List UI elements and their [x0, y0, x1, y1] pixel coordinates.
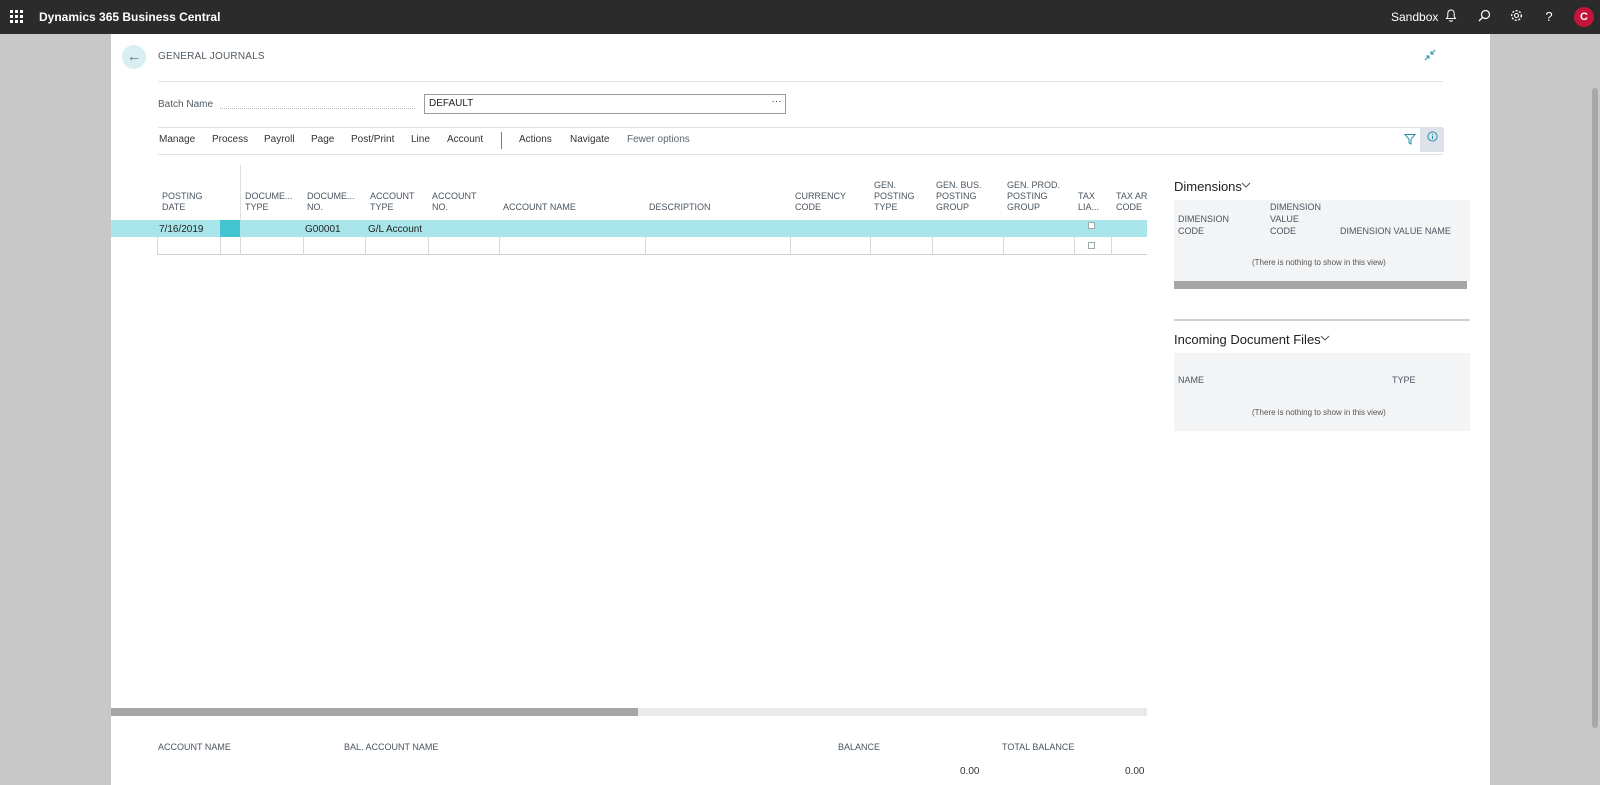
tax-liable-checkbox[interactable]: [1088, 222, 1095, 229]
header-gen-posting-type[interactable]: GEN. POSTING TYPE: [874, 180, 915, 213]
back-button[interactable]: ←: [122, 45, 146, 69]
cell-border: [499, 237, 500, 255]
dotted-leader: [220, 108, 415, 109]
cell-border: [1074, 237, 1075, 255]
header-document-type[interactable]: DOCUME... TYPE: [245, 191, 293, 213]
header-gen-bus-posting-group[interactable]: GEN. BUS. POSTING GROUP: [936, 180, 982, 213]
dimensions-col-value-code[interactable]: DIMENSION VALUE CODE: [1270, 201, 1321, 237]
cell-border: [303, 237, 304, 255]
action-manage[interactable]: Manage: [159, 134, 195, 145]
chevron-down-icon[interactable]: [1241, 181, 1251, 192]
filter-icon[interactable]: [1403, 133, 1417, 148]
fewer-options-button[interactable]: Fewer options: [627, 134, 690, 145]
cell-border: [1111, 237, 1112, 255]
page-scrollbar[interactable]: [1592, 88, 1598, 728]
dimensions-empty-message: (There is nothing to show in this view): [1252, 258, 1386, 267]
divider: [158, 81, 1443, 82]
incoming-col-name[interactable]: NAME: [1178, 374, 1204, 386]
header-account-type[interactable]: ACCOUNT TYPE: [370, 191, 415, 213]
header-currency-code[interactable]: CURRENCY CODE: [795, 191, 846, 213]
action-payroll[interactable]: Payroll: [264, 134, 295, 145]
action-navigate[interactable]: Navigate: [570, 134, 609, 145]
cell-border: [870, 237, 871, 255]
cell-document-no[interactable]: G00001: [305, 224, 341, 235]
cell-border: [790, 237, 791, 255]
action-actions[interactable]: Actions: [519, 134, 552, 145]
cell-border: [220, 237, 221, 255]
dimensions-scrollbar[interactable]: [1174, 281, 1467, 289]
dimensions-title[interactable]: Dimensions: [1174, 179, 1242, 194]
incoming-documents-panel: [1174, 353, 1470, 431]
total-account-name-label: ACCOUNT NAME: [158, 742, 231, 752]
table-row-selected[interactable]: [111, 220, 1147, 237]
top-bar: Dynamics 365 Business Central Sandbox ? …: [0, 0, 1600, 34]
help-icon[interactable]: ?: [1541, 9, 1557, 25]
environment-name: Sandbox: [1391, 10, 1439, 24]
factbox-divider: [1174, 319, 1470, 321]
chevron-down-icon[interactable]: [1320, 334, 1330, 345]
cell-border: [240, 237, 241, 255]
dimensions-col-code[interactable]: DIMENSION CODE: [1178, 213, 1229, 237]
cell-border: [1003, 237, 1004, 255]
header-account-no[interactable]: ACCOUNT NO.: [432, 191, 477, 213]
dimensions-col-value-name[interactable]: DIMENSION VALUE NAME: [1340, 225, 1451, 237]
batch-name-input[interactable]: DEFAULT: [424, 94, 786, 114]
incoming-empty-message: (There is nothing to show in this view): [1252, 408, 1386, 417]
page-title: GENERAL JOURNALS: [158, 51, 265, 62]
balance-value: 0.00: [960, 766, 980, 777]
cell-account-type[interactable]: G/L Account: [368, 224, 422, 235]
info-icon[interactable]: [1420, 128, 1444, 152]
cell-posting-date[interactable]: 7/16/2019: [159, 224, 204, 235]
header-account-name[interactable]: ACCOUNT NAME: [503, 202, 576, 213]
cell-border: [428, 237, 429, 255]
action-separator: [501, 132, 502, 149]
header-tax-liable[interactable]: TAX LIA...: [1078, 191, 1099, 213]
cell-border: [157, 237, 158, 255]
header-tax-area-code[interactable]: TAX AR CODE: [1116, 191, 1147, 213]
avatar[interactable]: C: [1574, 7, 1594, 27]
header-posting-date[interactable]: POSTING DATE: [162, 191, 203, 213]
incoming-documents-title[interactable]: Incoming Document Files: [1174, 332, 1321, 347]
batch-lookup-button[interactable]: ···: [769, 95, 784, 113]
back-arrow-icon: ←: [127, 48, 141, 64]
cell-border: [645, 237, 646, 255]
divider: [158, 127, 1443, 128]
batch-name-label: Batch Name: [158, 99, 214, 110]
bell-icon[interactable]: [1443, 9, 1459, 25]
header-description[interactable]: DESCRIPTION: [649, 202, 711, 213]
divider: [158, 154, 1443, 155]
cell-border: [365, 237, 366, 255]
total-bal-account-name-label: BAL. ACCOUNT NAME: [344, 742, 439, 752]
journal-grid: POSTING DATE DOCUME... TYPE DOCUME... NO…: [111, 165, 1147, 265]
header-document-no[interactable]: DOCUME... NO.: [307, 191, 355, 213]
tax-liable-checkbox[interactable]: [1088, 242, 1095, 249]
action-process[interactable]: Process: [212, 134, 248, 145]
action-account[interactable]: Account: [447, 134, 483, 145]
grid-scrollbar-thumb[interactable]: [111, 708, 638, 716]
collapse-icon[interactable]: [1424, 49, 1436, 64]
action-page[interactable]: Page: [311, 134, 334, 145]
table-row-new[interactable]: [157, 237, 1147, 255]
row-selector[interactable]: [220, 220, 240, 237]
action-line[interactable]: Line: [411, 134, 430, 145]
cell-border: [932, 237, 933, 255]
total-balance-label: TOTAL BALANCE: [1002, 742, 1075, 752]
incoming-col-type[interactable]: TYPE: [1392, 374, 1416, 386]
header-gen-prod-posting-group[interactable]: GEN. PROD. POSTING GROUP: [1007, 180, 1060, 213]
waffle-icon[interactable]: [10, 10, 23, 23]
total-balance-value: 0.00: [1125, 766, 1145, 777]
action-post-print[interactable]: Post/Print: [351, 134, 394, 145]
balance-label: BALANCE: [838, 742, 881, 752]
search-icon[interactable]: [1476, 9, 1492, 25]
gear-icon[interactable]: [1508, 9, 1524, 25]
app-title[interactable]: Dynamics 365 Business Central: [39, 10, 220, 24]
